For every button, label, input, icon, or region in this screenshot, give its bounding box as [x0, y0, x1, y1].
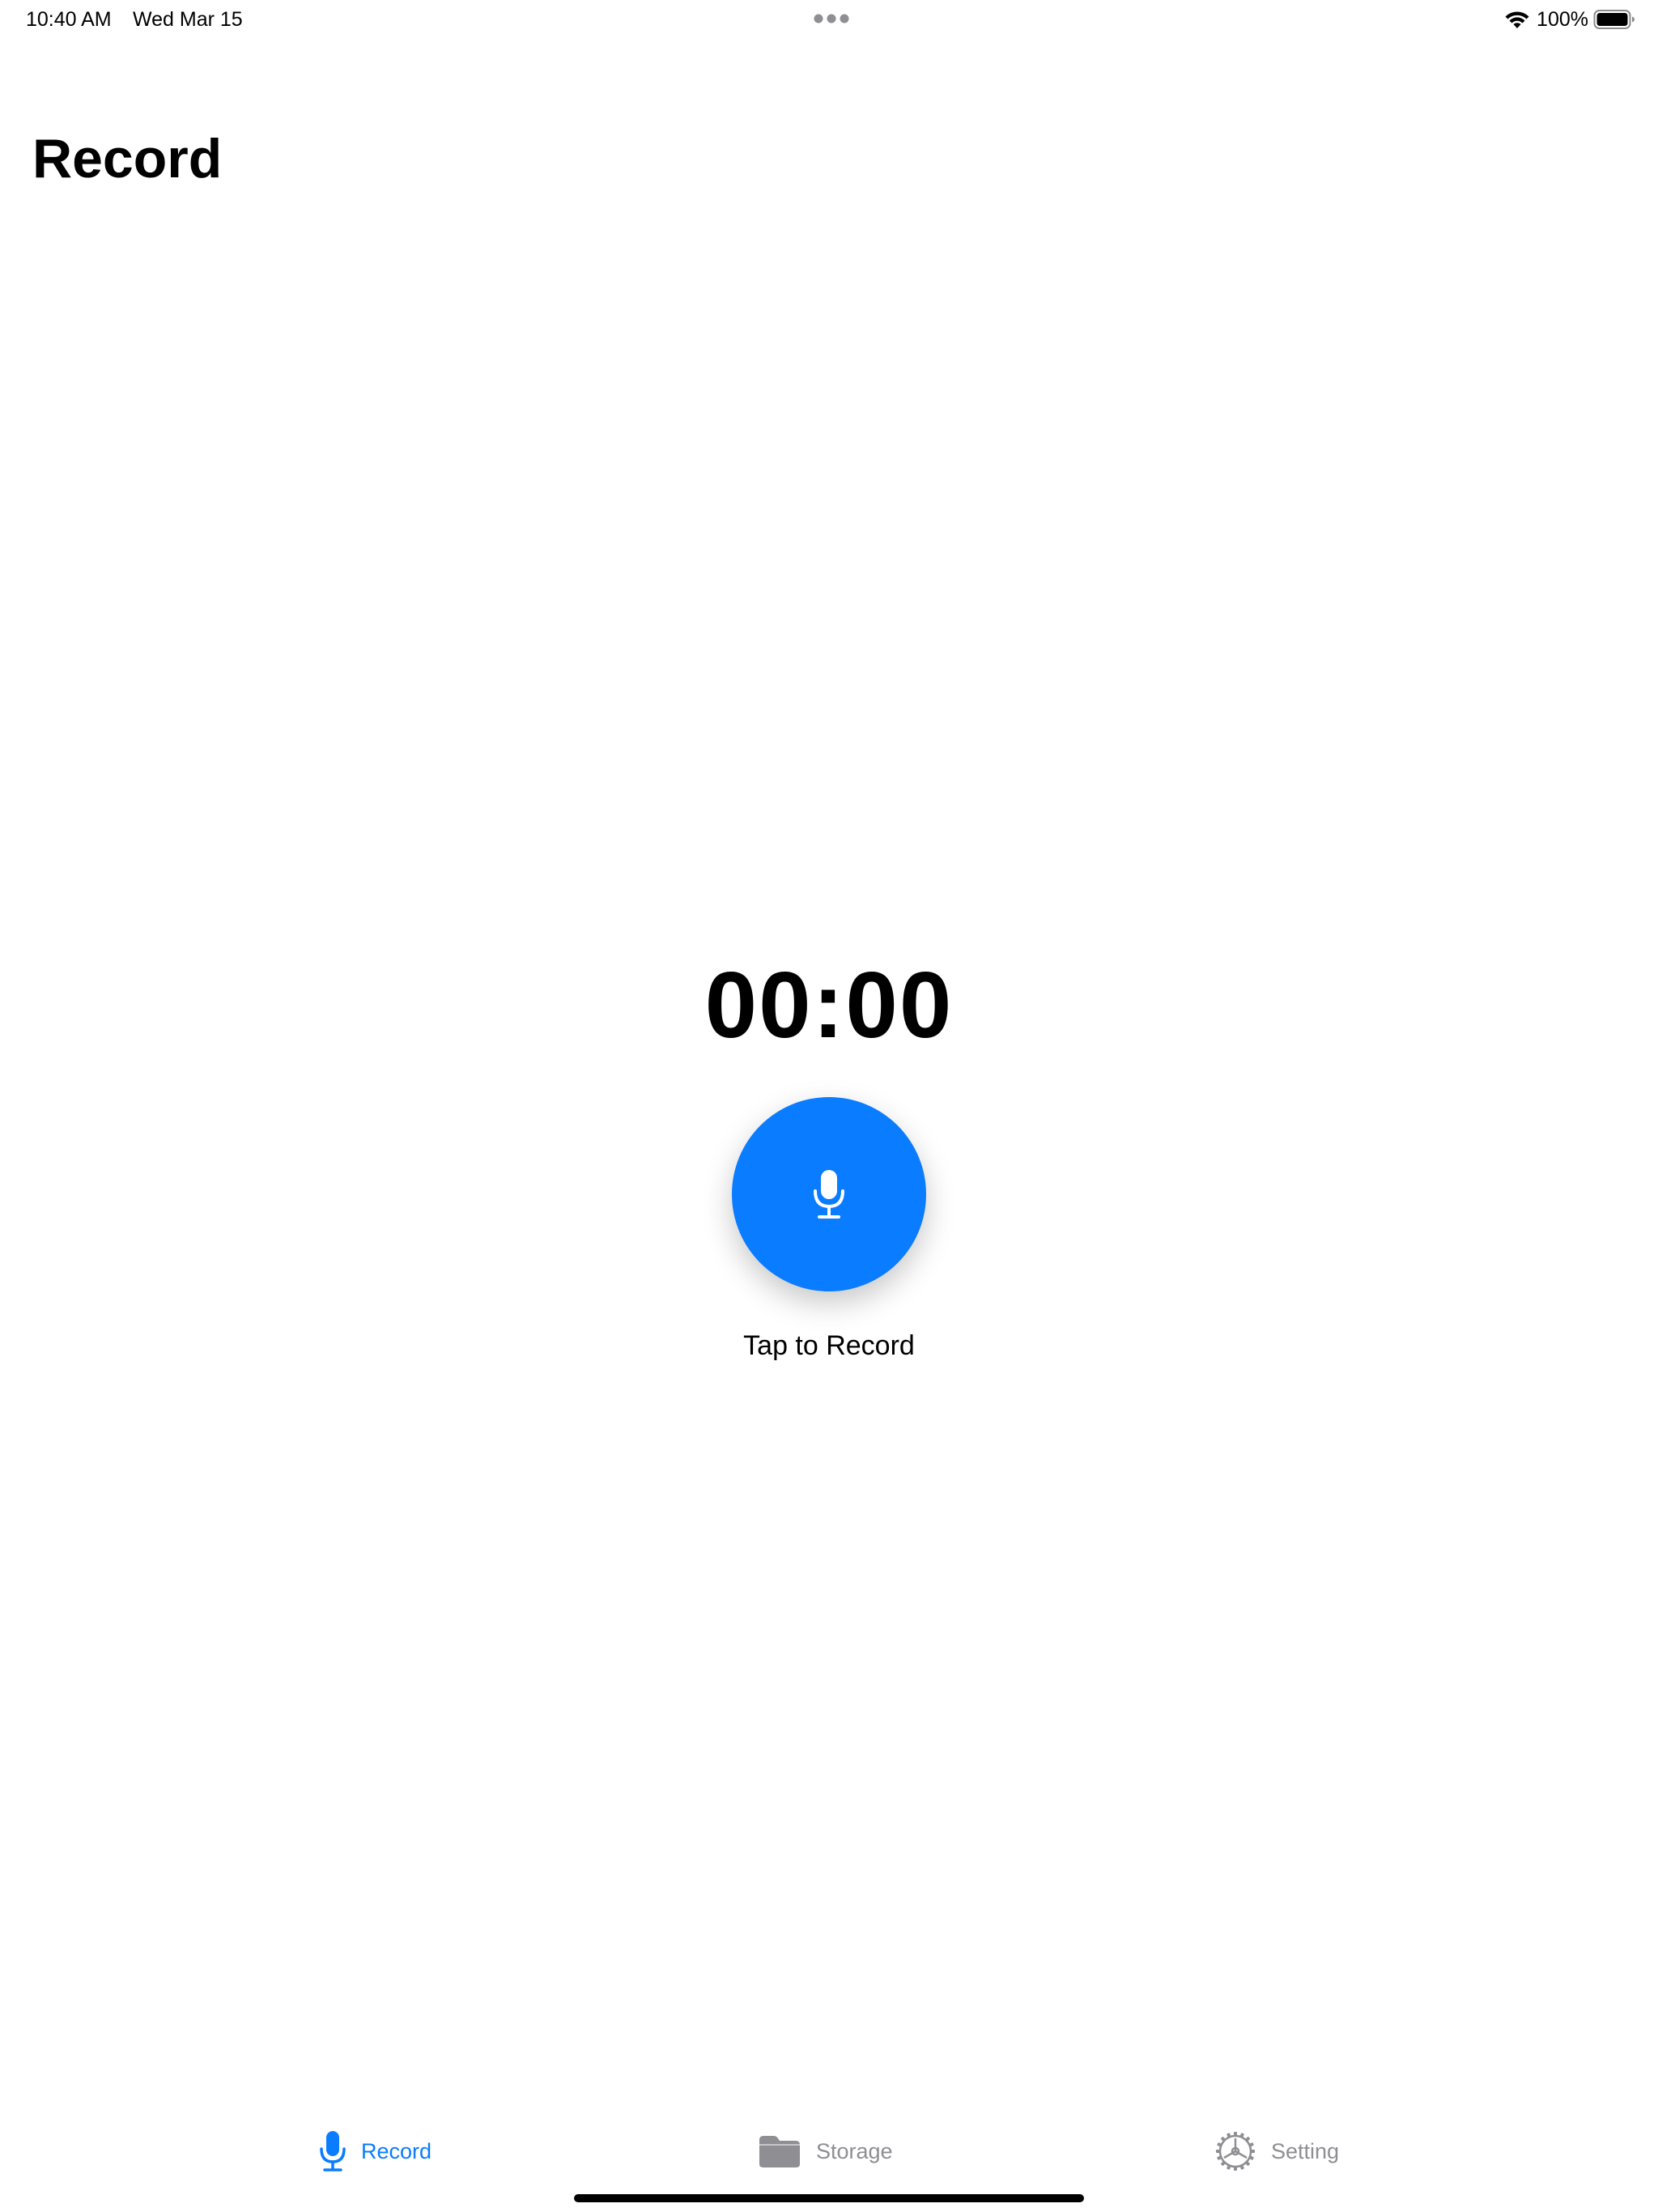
recording-timer: 00:00 — [704, 952, 954, 1057]
tab-setting-label: Setting — [1271, 2139, 1340, 2163]
multitask-dots-icon[interactable] — [813, 13, 850, 24]
record-hint: Tap to Record — [743, 1330, 915, 1361]
tab-bar: Record Storage Setting — [0, 2121, 1658, 2181]
status-time: 10:40 AM — [26, 8, 112, 31]
page-title: Record — [32, 128, 223, 189]
folder-icon — [759, 2136, 800, 2167]
mic-icon — [320, 2131, 346, 2172]
tab-record[interactable]: Record — [319, 2121, 432, 2181]
status-bar: 10:40 AM Wed Mar 15 100% — [0, 0, 1658, 39]
tab-storage[interactable]: Storage — [758, 2121, 893, 2181]
status-indicators: 100% — [1504, 5, 1635, 34]
battery-percentage: 100% — [1537, 8, 1588, 31]
home-indicator — [574, 2194, 1084, 2202]
record-button[interactable] — [732, 1097, 926, 1291]
tab-storage-label: Storage — [816, 2139, 893, 2163]
status-date: Wed Mar 15 — [133, 8, 243, 31]
battery-icon — [1593, 10, 1635, 29]
gear-icon — [1216, 2132, 1255, 2171]
mic-icon — [814, 1170, 844, 1219]
tab-record-label: Record — [361, 2139, 432, 2163]
tab-setting[interactable]: Setting — [1214, 2121, 1339, 2181]
wifi-icon — [1505, 11, 1529, 28]
